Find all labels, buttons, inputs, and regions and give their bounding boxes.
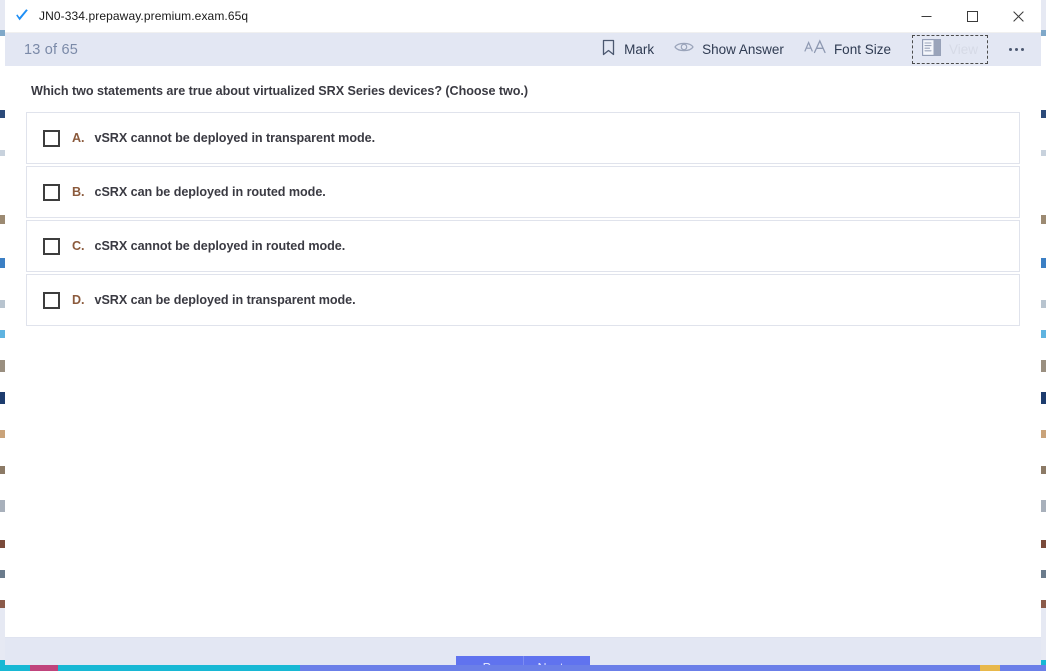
font-size-icon [804, 39, 826, 60]
navigation-footer: ‹ Prev Next › [5, 637, 1041, 665]
window-title: JN0-334.prepaway.premium.exam.65q [39, 9, 249, 23]
answer-checkbox-c[interactable] [43, 237, 60, 255]
question-text: Which two statements are true about virt… [31, 84, 529, 98]
maximize-button[interactable] [949, 0, 995, 32]
font-size-label: Font Size [833, 42, 891, 57]
font-size-button[interactable]: Font Size [794, 37, 901, 62]
answer-options-list: A. vSRX cannot be deployed in transparen… [5, 112, 1041, 326]
close-button[interactable] [995, 0, 1041, 32]
navigation-button-group: ‹ Prev Next › [455, 656, 591, 665]
mark-button[interactable]: Mark [591, 37, 664, 62]
answer-checkbox-d[interactable] [43, 291, 60, 309]
answer-checkbox-a[interactable] [43, 129, 60, 147]
answer-text-b: cSRX can be deployed in routed mode. [94, 185, 326, 199]
minimize-button[interactable] [903, 0, 949, 32]
eye-icon [674, 40, 694, 59]
background-taskbar-sliver [0, 665, 1046, 671]
more-options-button[interactable] [999, 36, 1033, 64]
answer-option-c[interactable]: C. cSRX cannot be deployed in routed mod… [26, 220, 1020, 272]
view-button[interactable]: View [911, 35, 989, 64]
view-label: View [948, 42, 978, 57]
title-bar-left: JN0-334.prepaway.premium.exam.65q [5, 8, 248, 24]
layout-panel-icon [922, 38, 941, 61]
title-bar: JN0-334.prepaway.premium.exam.65q [5, 0, 1041, 33]
answer-option-d[interactable]: D. vSRX can be deployed in transparent m… [26, 274, 1020, 326]
show-answer-button[interactable]: Show Answer [664, 37, 794, 62]
show-answer-label: Show Answer [702, 42, 784, 57]
answer-text-c: cSRX cannot be deployed in routed mode. [94, 239, 346, 253]
answer-text-d: vSRX can be deployed in transparent mode… [94, 293, 356, 307]
toolbar-actions: Mark Show Answer Font Size View [591, 33, 1033, 66]
answer-option-a[interactable]: A. vSRX cannot be deployed in transparen… [26, 112, 1020, 164]
minimize-icon [921, 15, 931, 17]
answer-option-b[interactable]: B. cSRX can be deployed in routed mode. [26, 166, 1020, 218]
bookmark-icon [601, 39, 616, 61]
answer-checkbox-b[interactable] [43, 183, 60, 201]
exam-application-window: JN0-334.prepaway.premium.exam.65q 13 of … [5, 0, 1041, 665]
question-content-area: Which two statements are true about virt… [5, 66, 1041, 637]
answer-letter-a: A. [72, 131, 85, 145]
window-controls [903, 0, 1041, 32]
desktop-background: JN0-334.prepaway.premium.exam.65q 13 of … [0, 0, 1046, 671]
question-progress-label: 13 of 65 [24, 41, 79, 58]
answer-letter-c: C. [72, 239, 85, 253]
exam-toolbar: 13 of 65 Mark Show Answer Font Size View [5, 33, 1041, 66]
answer-letter-d: D. [72, 293, 85, 307]
next-button[interactable]: Next › [523, 656, 591, 665]
mark-label: Mark [624, 42, 655, 57]
maximize-icon [966, 10, 978, 22]
blue-checkmark-icon [14, 8, 30, 24]
ellipsis-icon [1008, 48, 1024, 51]
prev-button[interactable]: ‹ Prev [455, 656, 524, 665]
background-window-sliver-right [1041, 0, 1046, 671]
close-icon [1012, 10, 1024, 22]
answer-text-a: vSRX cannot be deployed in transparent m… [94, 131, 376, 145]
answer-letter-b: B. [72, 185, 85, 199]
